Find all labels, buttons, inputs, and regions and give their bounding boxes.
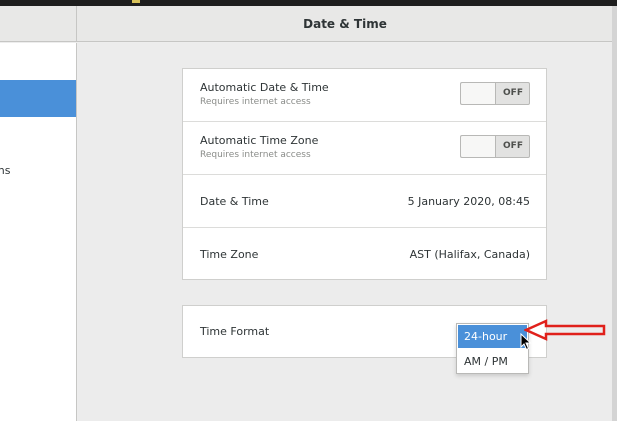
date-time-label: Date & Time [200,195,269,208]
date-time-row[interactable]: Date & Time 5 January 2020, 08:45 [183,175,546,228]
time-format-dropdown[interactable]: 24-hour AM / PM [456,323,529,374]
time-format-option-am-pm[interactable]: AM / PM [458,350,527,373]
automatic-time-zone-row[interactable]: Automatic Time Zone Requires internet ac… [183,122,546,175]
date-time-value: 5 January 2020, 08:45 [407,195,530,208]
automatic-date-time-row[interactable]: Automatic Date & Time Requires internet … [183,69,546,122]
switch-state-label: OFF [503,141,523,151]
page-title: Date & Time [303,17,387,31]
content-area: Automatic Date & Time Requires internet … [78,43,612,421]
sidebar-item-selected[interactable] [0,80,76,117]
sidebar-item[interactable] [0,43,76,80]
time-format-label: Time Format [200,325,270,338]
sidebar: ions [0,43,77,421]
settings-window: Date & Time ions Automatic Date & Time R… [0,6,612,421]
header-left-pane [0,6,77,42]
time-zone-row[interactable]: Time Zone AST (Halifax, Canada) [183,228,546,281]
switch-state-label: OFF [503,88,523,98]
automatic-time-zone-switch[interactable]: OFF [460,135,530,158]
top-strip-indicator [132,0,140,3]
sidebar-item[interactable]: ions [0,154,76,191]
automatic-time-zone-subtitle: Requires internet access [200,150,311,160]
switch-knob [461,136,496,157]
time-format-option-24-hour[interactable]: 24-hour [458,325,527,348]
time-zone-value: AST (Halifax, Canada) [409,248,530,261]
time-zone-label: Time Zone [200,248,259,261]
automatic-time-zone-label: Automatic Time Zone [200,134,319,147]
automatic-date-time-subtitle: Requires internet access [200,97,311,107]
sidebar-item-label: ions [0,164,11,177]
annotation-arrow-icon [524,319,606,341]
switch-knob [461,83,496,104]
header-bar: Date & Time [0,6,612,42]
date-time-settings-list: Automatic Date & Time Requires internet … [182,68,547,280]
window-right-edge [612,6,617,421]
automatic-date-time-switch[interactable]: OFF [460,82,530,105]
automatic-date-time-label: Automatic Date & Time [200,81,329,94]
